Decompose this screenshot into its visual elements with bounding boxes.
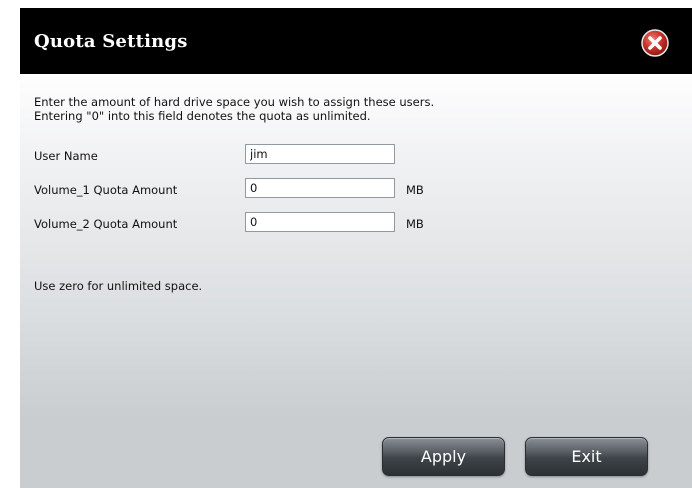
user-name-field[interactable] bbox=[245, 144, 395, 164]
close-button[interactable] bbox=[641, 29, 669, 57]
unlimited-hint: Use zero for unlimited space. bbox=[34, 279, 203, 293]
volume1-unit: MB bbox=[406, 183, 424, 197]
volume1-quota-field[interactable] bbox=[245, 178, 395, 198]
dialog-title: Quota Settings bbox=[34, 31, 188, 52]
user-name-label: User Name bbox=[34, 149, 98, 163]
volume2-quota-label: Volume_2 Quota Amount bbox=[34, 217, 178, 231]
description-line-1: Enter the amount of hard drive space you… bbox=[34, 95, 435, 109]
dialog-description: Enter the amount of hard drive space you… bbox=[34, 95, 434, 123]
dialog-titlebar: Quota Settings bbox=[20, 8, 692, 74]
apply-button[interactable]: Apply bbox=[382, 437, 505, 476]
volume1-quota-label: Volume_1 Quota Amount bbox=[34, 183, 178, 197]
volume2-unit: MB bbox=[406, 217, 424, 231]
exit-button[interactable]: Exit bbox=[525, 437, 648, 476]
description-line-2: Entering "0" into this field denotes the… bbox=[34, 109, 371, 123]
volume2-quota-field[interactable] bbox=[245, 212, 395, 232]
close-icon bbox=[641, 29, 669, 57]
quota-settings-dialog: Quota Settings Enter the amount of hard … bbox=[20, 8, 692, 488]
